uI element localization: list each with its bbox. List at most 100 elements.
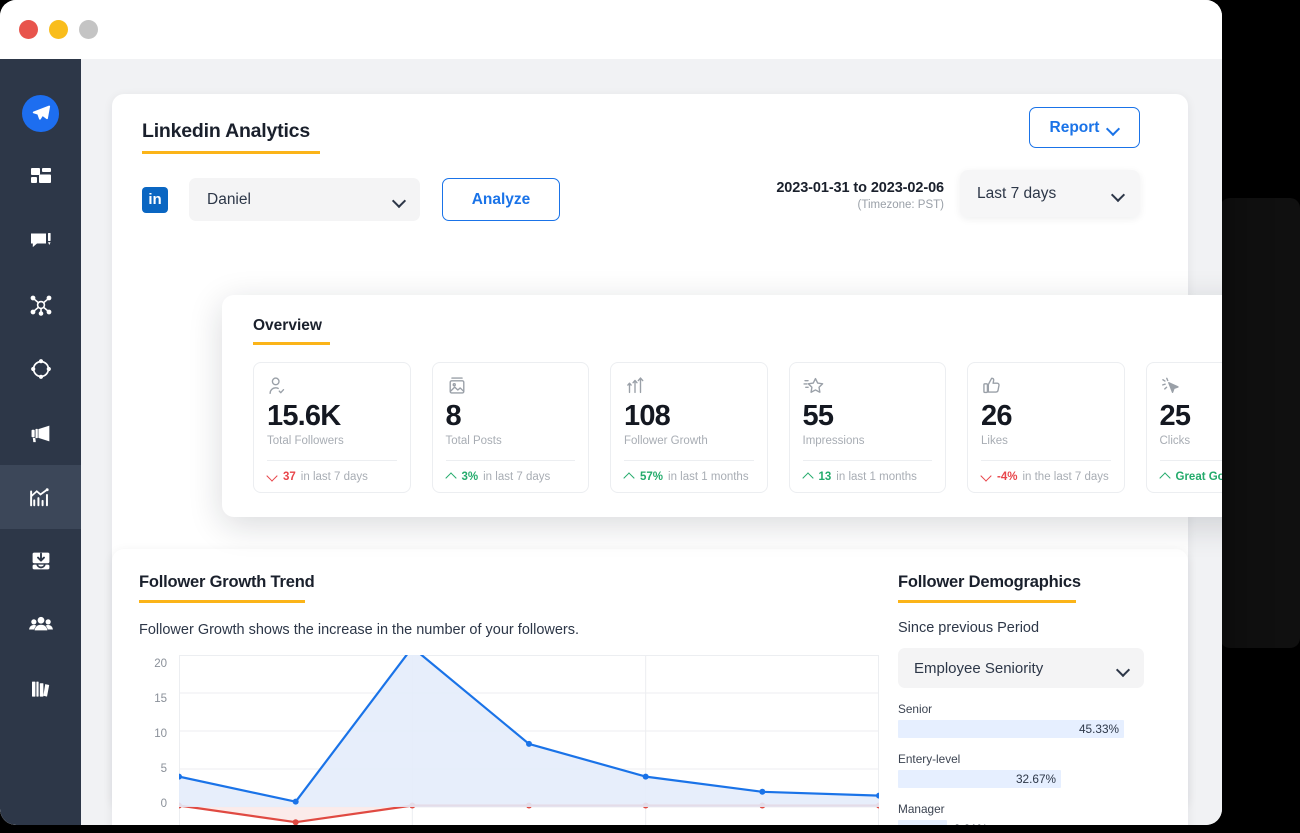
stat-delta-suffix: in last 1 months — [836, 470, 917, 483]
sidebar-item-audience[interactable] — [0, 593, 81, 657]
trend-title: Follower Growth Trend — [139, 573, 315, 591]
page-title: Linkedin Analytics — [142, 120, 310, 142]
follower-growth-chart[interactable]: 20 15 10 5 0 -5 — [139, 655, 884, 825]
sidebar-item-logo[interactable] — [0, 81, 81, 145]
chart-plot-area — [179, 655, 879, 825]
demographics-row-label: Manager — [898, 802, 945, 816]
user-check-icon — [267, 375, 397, 398]
thumbs-up-icon — [981, 375, 1111, 398]
controls-row: in Daniel Analyze 2023-01-31 to 2023-02-… — [142, 107, 1158, 221]
megaphone-icon — [28, 421, 53, 446]
date-range: 2023-01-31 to 2023-02-06 (Timezone: PST) — [776, 180, 944, 211]
sidebar-item-messages[interactable] — [0, 209, 81, 273]
background-noise-patch — [1220, 198, 1300, 648]
stat-delta-value: 13 — [818, 470, 832, 483]
chevron-down-icon — [1108, 124, 1119, 131]
stat-delta-suffix: in last 7 days — [300, 470, 368, 483]
stat-value: 26 — [981, 399, 1012, 432]
books-icon — [29, 677, 53, 701]
demographics-row-percent: 9.91% — [954, 822, 987, 825]
stat-delta-value: 57% — [640, 470, 664, 483]
account-select[interactable]: Daniel — [189, 178, 420, 221]
chart-series — [179, 655, 879, 825]
stat-delta: 37 in last 7 days — [267, 471, 368, 483]
timezone-label: (Timezone: PST) — [857, 199, 944, 211]
stat-delta: Great Going! — [1160, 471, 1223, 483]
demographics-select-value: Employee Seniority — [914, 659, 1044, 677]
page-canvas: Linkedin Analytics in Daniel Analyze 202… — [81, 59, 1222, 825]
stat-value: 108 — [624, 399, 671, 432]
close-window-button[interactable] — [19, 20, 38, 39]
demographics-row-label: Entery-level — [898, 752, 961, 766]
stat-card[interactable]: 25 Clicks Great Going! — [1145, 361, 1223, 493]
arrow-up-icon — [803, 471, 814, 482]
sidebar-item-network[interactable] — [0, 273, 81, 337]
y-tick-label: 10 — [154, 728, 167, 740]
stat-delta: 3% in last 7 days — [446, 471, 551, 483]
chevron-down-icon — [394, 196, 405, 203]
sidebar-item-dashboard[interactable] — [0, 145, 81, 209]
arrow-down-icon — [981, 471, 992, 482]
stat-label: Clicks — [1159, 435, 1191, 448]
date-range-value: 2023-01-31 to 2023-02-06 — [776, 180, 944, 196]
cursor-click-icon — [1160, 375, 1223, 398]
chevron-down-icon — [1113, 190, 1124, 197]
sidebar-item-inbox[interactable] — [0, 529, 81, 593]
demographics-select[interactable]: Employee Seniority — [898, 648, 1144, 688]
stat-card[interactable]: 8 Total Posts 3% in last 7 days — [431, 361, 589, 493]
demographics-row-bar: 9.91% — [898, 820, 987, 825]
stat-delta: 13 in last 1 months — [803, 471, 917, 483]
bar-chart-trend-icon — [28, 485, 53, 510]
sidebar-item-campaigns[interactable] — [0, 401, 81, 465]
report-button-label: Report — [1049, 118, 1100, 136]
stat-card[interactable]: 108 Follower Growth 57% in last 1 months — [610, 361, 768, 493]
stat-card[interactable]: 15.6K Total Followers 37 in last 7 days — [253, 361, 411, 493]
report-button[interactable]: Report — [1029, 107, 1140, 148]
follower-growth-card: Follower Growth Trend Follower Growth sh… — [112, 549, 1188, 825]
sidebar-item-library[interactable] — [0, 657, 81, 721]
stat-delta-value: 3% — [461, 470, 479, 483]
stat-value: 15.6K — [267, 399, 341, 432]
stat-delta-suffix: in last 7 days — [483, 470, 551, 483]
stat-value: 25 — [1159, 399, 1191, 432]
chat-edit-icon — [29, 229, 53, 253]
arrows-up-growth-icon — [624, 375, 754, 398]
period-select[interactable]: Last 7 days — [960, 170, 1140, 217]
stat-divider — [802, 459, 932, 461]
analyze-button[interactable]: Analyze — [442, 178, 560, 221]
demographics-row-bar: 45.33% — [898, 720, 1124, 738]
y-tick-label: 15 — [154, 693, 167, 705]
arrow-up-icon — [624, 471, 635, 482]
stat-divider — [1159, 459, 1222, 461]
window-titlebar — [0, 0, 1222, 59]
y-tick-label: 0 — [160, 798, 167, 810]
stat-card[interactable]: 55 Impressions 13 in last 1 months — [788, 361, 946, 493]
stat-delta-value: Great Going! — [1175, 470, 1223, 483]
circle-nodes-icon — [29, 357, 53, 381]
stat-label: Impressions — [802, 435, 865, 448]
sidebar-item-targeting[interactable] — [0, 337, 81, 401]
stat-delta-suffix: in last 1 months — [668, 470, 749, 483]
tab-overview[interactable]: Overview — [253, 317, 322, 335]
demographics-title: Follower Demographics — [898, 573, 1081, 591]
browser-window: Linkedin Analytics in Daniel Analyze 202… — [0, 0, 1222, 825]
account-select-value: Daniel — [207, 190, 251, 208]
star-impression-icon — [802, 375, 933, 398]
maximize-window-button[interactable] — [79, 20, 98, 39]
minimize-window-button[interactable] — [49, 20, 68, 39]
stat-delta-value: 37 — [283, 470, 296, 483]
stat-divider — [267, 459, 397, 461]
arrow-down-icon — [267, 471, 278, 482]
demographics-row-bar: 32.67% — [898, 770, 1061, 788]
stat-card[interactable]: 26 Likes -4% in the last 7 days — [967, 361, 1125, 493]
linkedin-icon: in — [142, 186, 168, 213]
stat-card-grid: 15.6K Total Followers 37 in last 7 days — [253, 361, 1223, 493]
stat-delta: -4% in the last 7 days — [981, 471, 1109, 483]
sidebar-item-analytics[interactable] — [0, 465, 81, 529]
period-select-value: Last 7 days — [977, 184, 1057, 202]
chevron-down-icon — [1118, 665, 1129, 672]
stat-label: Total Followers — [267, 435, 344, 448]
demographics-row: Manager 9.91% — [898, 802, 1148, 825]
demographics-row: Entery-level 32.67% — [898, 752, 1148, 788]
stat-value: 55 — [802, 399, 834, 432]
